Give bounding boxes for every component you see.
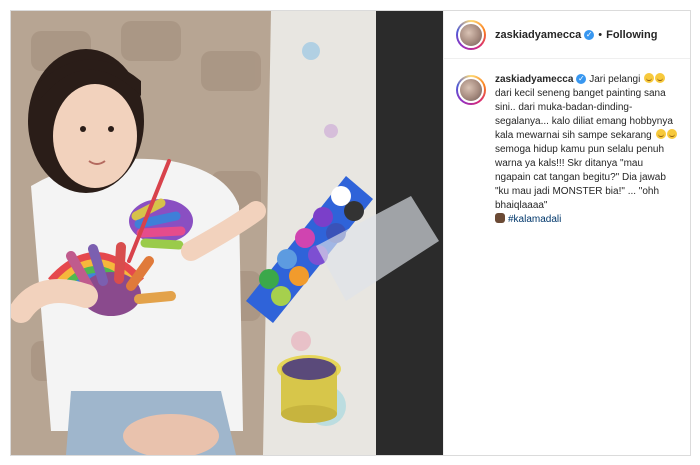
username-link[interactable]: zaskiadyamecca <box>495 29 581 41</box>
avatar-image <box>458 21 484 48</box>
monkey-emoji-icon <box>495 213 505 223</box>
caption-line-3: semoga hidup kamu pun selalu penuh warna… <box>495 144 666 211</box>
avatar[interactable] <box>456 19 486 50</box>
hashtag-link[interactable]: #kalamadali <box>508 214 561 225</box>
smiling-emoji-icon <box>655 73 666 83</box>
caption-text: zaskiadyamecca ✓ Jari pelangi dari kecil … <box>495 73 679 227</box>
caption-avatar[interactable] <box>456 75 486 105</box>
caption-block: zaskiadyamecca ✓ Jari pelangi dari kecil … <box>444 59 690 227</box>
instagram-post: zaskiadyamecca ✓ • Following zaskiadyame… <box>10 10 691 456</box>
verified-badge-icon: ✓ <box>576 74 587 85</box>
caption-line-2: dari kecil seneng banget painting sana s… <box>495 88 673 141</box>
post-sidebar: zaskiadyamecca ✓ • Following zaskiadyame… <box>443 11 690 455</box>
separator-dot: • <box>598 28 603 41</box>
caption-line-1: Jari pelangi <box>589 74 641 85</box>
verified-badge-icon: ✓ <box>584 29 595 40</box>
grinning-sweat-emoji-icon <box>644 73 655 83</box>
caption-username-link[interactable]: zaskiadyamecca <box>495 74 573 85</box>
following-button[interactable]: Following <box>606 29 657 41</box>
post-header: zaskiadyamecca ✓ • Following <box>444 11 690 59</box>
photo-illustration <box>11 11 443 455</box>
avatar-image <box>458 77 484 103</box>
grinning-sweat-emoji-icon <box>655 129 666 139</box>
smiling-emoji-icon <box>666 129 677 139</box>
post-photo[interactable] <box>11 11 443 455</box>
